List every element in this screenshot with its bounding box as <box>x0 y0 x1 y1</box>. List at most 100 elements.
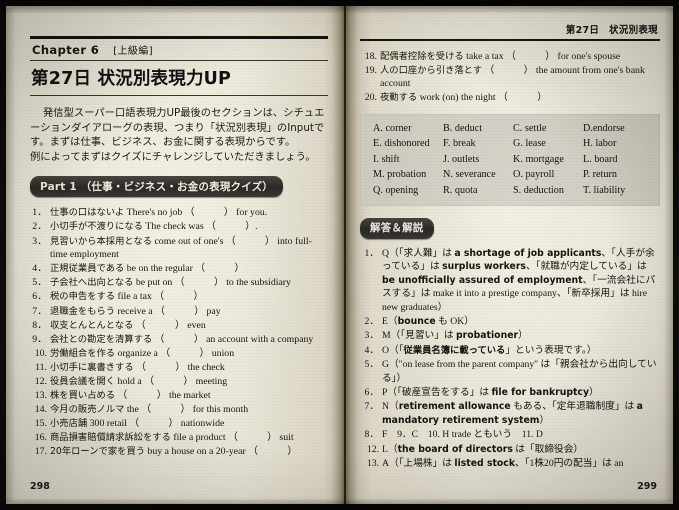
option-choice: P. return <box>583 169 617 181</box>
quiz-item-japanese: 正規従業員である <box>50 263 125 275</box>
answer-item-number: 1． <box>364 247 379 259</box>
quiz-item-english: file a product （ ） suit <box>170 432 294 444</box>
answer-text-run: 、「就職が内定している」は <box>525 261 647 273</box>
answer-text-run: Q（「求人難」は <box>382 247 455 259</box>
left-page-number: 298 <box>30 481 50 492</box>
option-choice: J. outlets <box>443 153 480 165</box>
quiz-item-number: 16. <box>34 432 47 444</box>
answer-item-number: 7． <box>364 401 379 413</box>
answer-text-run: 、「1株20円の配当」は an <box>515 458 624 470</box>
answer-text-run: は「取締役会） <box>512 443 584 455</box>
quiz-item-number: 11. <box>35 361 47 373</box>
quiz-item-number: 18. <box>364 50 377 62</box>
answer-text-run: file for bankruptcy <box>491 387 590 399</box>
quiz-item-english: 300 retail （ ） nationwide <box>87 418 225 430</box>
option-choice: R. quota <box>443 184 478 196</box>
answer-item: 3． M（「見習い」は probationer） <box>360 329 660 342</box>
answer-text-run: the board of directors <box>397 443 513 455</box>
quiz-item: 5． 子会社へ出向となる be put on （ ） to the subsidi… <box>30 276 328 290</box>
chapter-rule-bottom <box>30 95 328 96</box>
quiz-item-number: 8． <box>32 319 47 331</box>
answer-item: 4． O（「従業員名簿に載っている」という表現です。） <box>360 344 660 357</box>
intro-line-4: 例によってまずはクイズにチャレンジしていただきましょう。 <box>30 150 316 163</box>
options-grid: A. corner B. deduct C. settle D.endorse E. d… <box>373 123 653 196</box>
answer-item: 13. A（「上場株」は listed stock、「1株20円の配当」は an <box>360 457 660 470</box>
answer-text-run: surplus workers <box>442 261 526 273</box>
answer-item: 1． Q（「求人難」は a shortage of job applicants 、… <box>360 247 660 314</box>
quiz-item-english: （ ） even <box>133 319 206 331</box>
quiz-item-english: organize a （ ） union <box>115 347 235 359</box>
running-head: 第27日 状況別表現 <box>565 25 658 36</box>
quiz-item: 3． 見習いから本採用となる come out of one's （ ） into… <box>30 235 328 262</box>
quiz-item-japanese: 株を買い占める <box>50 390 116 402</box>
quiz-item: 18. 配偶者控除を受ける take a tax （ ） for one's sp… <box>360 50 660 64</box>
quiz-item-number: 4． <box>32 263 47 275</box>
book-scan: Chapter 6 [上級編] 第27日 状況別表現力UP 発信型スーパー口語表現… <box>0 0 679 510</box>
quiz-item: 19. 人の口座から引き落とす （ ） the amount from one's… <box>360 64 660 91</box>
option-choice: E. dishonored <box>373 138 430 150</box>
chapter-label: Chapter 6 <box>32 43 100 57</box>
right-page-number: 299 <box>637 481 657 492</box>
answer-text-run: も OK） <box>435 316 474 327</box>
quiz-item-english: hold a （ ） meeting <box>115 376 228 387</box>
quiz-item-japanese: 見習いから本採用となる <box>50 235 152 247</box>
quiz-item-number: 10. <box>34 347 47 359</box>
quiz-item-japanese: 子会社へ出向となる <box>50 277 134 289</box>
chapter-row: Chapter 6 [上級編] <box>30 39 328 60</box>
answer-text-run: bounce <box>397 316 436 327</box>
answer-text-run: retirement allowance <box>398 401 511 413</box>
answer-item-number: 13. <box>366 458 379 470</box>
quiz-item-japanese: 配偶者控除を受ける <box>380 50 464 62</box>
answer-item-number: 2． <box>364 316 379 327</box>
quiz-item: 15. 小売店舗 300 retail （ ） nationwide <box>30 417 328 431</box>
option-choice: N. severance <box>443 169 496 181</box>
option-choice: I. shift <box>373 153 400 165</box>
quiz-item: 2． 小切手が不渡りになる The check was （ ）. <box>30 220 328 234</box>
quiz-list-right: 18. 配偶者控除を受ける take a tax （ ） for one's sp… <box>360 50 660 105</box>
answer-text-run: P（「破産宣告をする」は <box>382 387 492 399</box>
quiz-item-japanese: 今月の販売ノルマ <box>50 404 125 416</box>
answer-item-number: 6． <box>364 387 379 399</box>
answer-item-number: 5． <box>364 359 379 371</box>
option-choice: O. payroll <box>513 169 555 181</box>
option-choice: M. probation <box>373 169 427 181</box>
quiz-item-japanese: 20年ローンで家を買う <box>50 446 146 458</box>
answer-text-run: E（ <box>382 316 398 327</box>
quiz-item-number: 14. <box>34 404 47 416</box>
left-page-content: Chapter 6 [上級編] 第27日 状況別表現力UP 発信型スーパー口語表現… <box>30 6 328 504</box>
quiz-item: 20. 夜勤する work (on) the night （ ） <box>360 91 660 105</box>
quiz-list-left: 1． 仕事の口はないよ There's no job （ ） for you. 2．… <box>30 206 328 459</box>
answer-text-run: probationer <box>456 330 519 342</box>
answer-text-run: ） <box>589 387 599 399</box>
quiz-item-english: （ ） the check <box>133 361 225 373</box>
quiz-item: 10. 労働組合を作る organize a （ ） union <box>30 347 328 361</box>
quiz-item-number: 13. <box>34 390 47 402</box>
quiz-item-number: 17. <box>34 446 47 458</box>
part1-heading: Part 1 （仕事・ビジネス・お金の表現クイズ） <box>30 176 283 198</box>
quiz-item: 13. 株を買い占める （ ） the market <box>30 389 328 403</box>
option-choice: A. corner <box>373 122 412 134</box>
running-head-rule <box>360 39 660 41</box>
quiz-item-english: （ ） the market <box>115 390 211 402</box>
answer-item: 5． G（"on lease from the parent company" は… <box>360 358 660 385</box>
answer-item-number: 3． <box>364 330 379 342</box>
quiz-item-number: 12. <box>34 376 47 387</box>
quiz-item-japanese: 人の口座から引き落とす <box>380 64 482 76</box>
answer-item: 7． N（retirement allowance もある、「定年退職制度」は a… <box>360 400 660 427</box>
answer-text-run: O（「 <box>382 344 404 356</box>
quiz-item-english: be on the regular （ ） <box>124 263 245 275</box>
answer-text-run: a shortage of job applicants <box>454 247 602 259</box>
quiz-item-japanese: 退職金をもらう <box>50 305 116 317</box>
right-page-content: 第27日 状況別表現 18. 配偶者控除を受ける take a tax （ ） f… <box>360 6 660 504</box>
quiz-item: 11. 小切手に裏書きする （ ） the check <box>30 361 328 375</box>
answers-list: 1． Q（「求人難」は a shortage of job applicants 、… <box>360 247 660 471</box>
quiz-item-number: 19. <box>364 64 377 76</box>
option-choice: L. board <box>583 153 618 165</box>
option-choice: H. labor <box>583 138 617 150</box>
quiz-item-japanese: 収支とんとんとなる <box>50 319 134 331</box>
answer-text-run: G（"on lease from the parent company" は「親… <box>382 359 657 384</box>
quiz-item-number: 20. <box>364 92 377 104</box>
answer-item-number: 8． <box>364 429 379 441</box>
option-choice: B. deduct <box>443 122 483 134</box>
intro-line-2: ーションダイアローグの表現、つまり「状況別表現」のInputで <box>30 121 325 134</box>
